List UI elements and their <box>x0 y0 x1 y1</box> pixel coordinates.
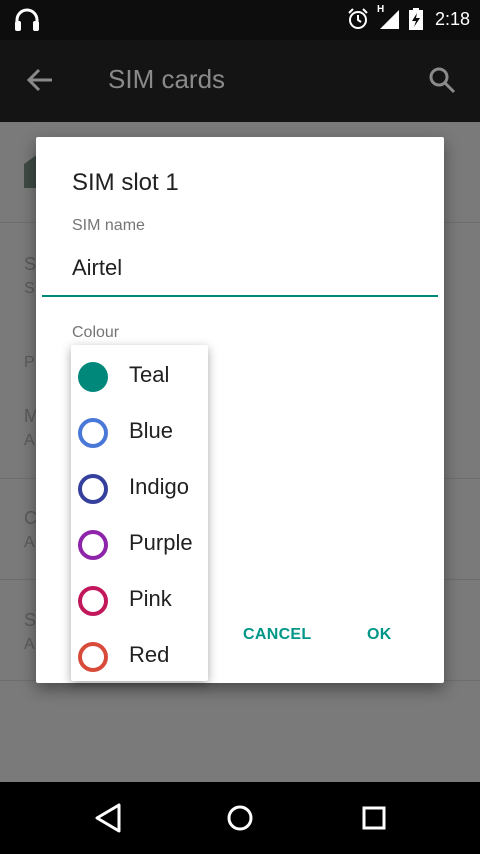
colour-option-red[interactable]: Red <box>71 626 208 682</box>
section-header: P <box>24 354 35 371</box>
page-title: SIM cards <box>108 64 226 94</box>
sim-name-input[interactable]: Airtel <box>72 255 122 281</box>
battery-charging-icon <box>408 8 423 30</box>
circle-outline-icon <box>78 642 108 672</box>
headphones-icon <box>15 8 39 31</box>
status-bar: H 2:18 <box>0 0 480 40</box>
list-item-subtitle: S <box>24 280 35 297</box>
recents-square-icon[interactable] <box>360 802 388 834</box>
colour-option-teal[interactable]: Teal <box>71 346 208 402</box>
circle-outline-icon <box>78 474 108 504</box>
signal-icon: H <box>377 4 401 30</box>
ok-button[interactable]: OK <box>367 626 392 644</box>
sim-name-label: SIM name <box>72 217 145 234</box>
dialog-title: SIM slot 1 <box>72 169 179 196</box>
cancel-button[interactable]: CANCEL <box>243 626 311 644</box>
circle-outline-icon <box>78 418 108 448</box>
home-circle-icon[interactable] <box>226 802 254 834</box>
colour-option-label: Purple <box>129 530 193 555</box>
colour-option-label: Blue <box>129 418 174 443</box>
colour-dropdown-menu: Teal Blue Indigo Purple Pink Red <box>71 345 208 681</box>
colour-option-blue[interactable]: Blue <box>71 402 208 458</box>
back-triangle-icon[interactable] <box>94 802 122 834</box>
colour-option-label: Pink <box>129 586 172 611</box>
status-time: 2:18 <box>434 8 470 29</box>
filled-circle-icon <box>78 362 108 392</box>
colour-option-purple[interactable]: Purple <box>71 514 208 570</box>
colour-option-label: Teal <box>129 362 170 387</box>
colour-label: Colour <box>72 324 120 341</box>
list-item-subtitle: A <box>24 534 35 551</box>
navigation-bar <box>0 782 480 854</box>
list-item-title: S <box>24 610 37 630</box>
app-bar: SIM cards <box>0 40 480 122</box>
alarm-icon <box>348 8 368 29</box>
colour-option-label: Indigo <box>129 474 189 499</box>
sim-name-underline <box>42 295 438 297</box>
colour-option-label: Red <box>129 642 170 667</box>
list-item-subtitle: A <box>24 432 35 449</box>
back-arrow-icon[interactable] <box>26 66 54 94</box>
colour-option-indigo[interactable]: Indigo <box>71 458 208 514</box>
colour-option-pink[interactable]: Pink <box>71 570 208 626</box>
list-item-title: S <box>24 254 37 274</box>
list-item-subtitle: A <box>24 636 35 653</box>
search-icon[interactable] <box>428 66 456 94</box>
circle-outline-icon <box>78 586 108 616</box>
circle-outline-icon <box>78 530 108 560</box>
